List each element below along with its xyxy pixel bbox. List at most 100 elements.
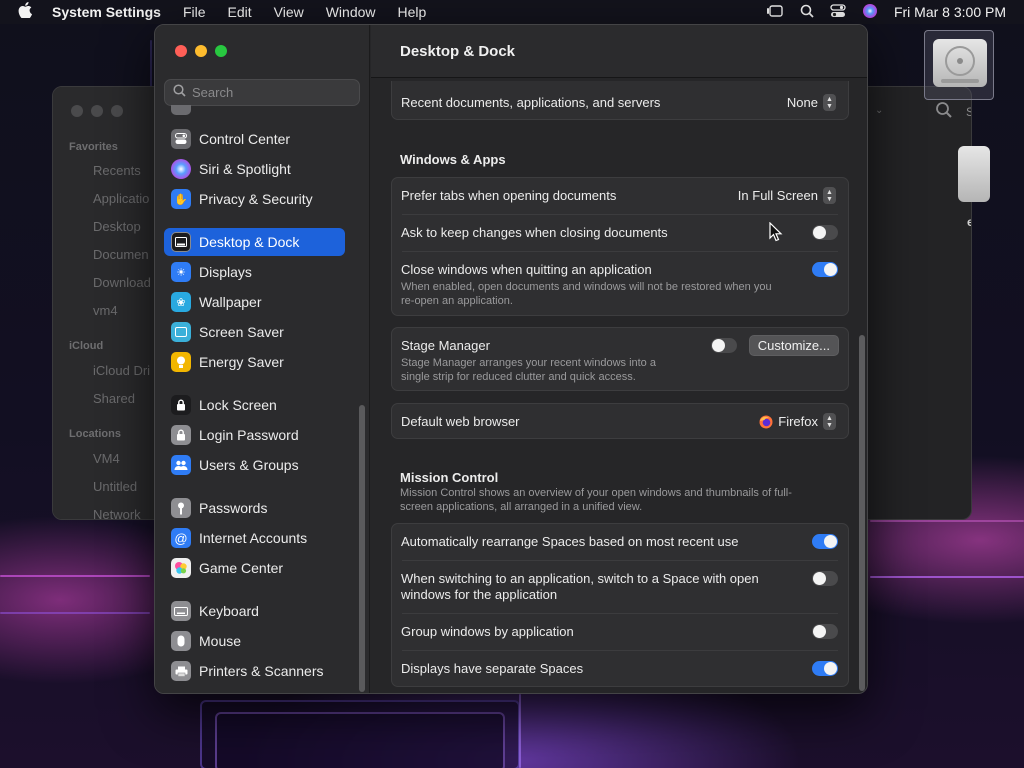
sidebar-item-label: Control Center bbox=[199, 131, 291, 147]
finder-item-icloud-drive[interactable]: iCloud Dri bbox=[93, 363, 150, 378]
finder-minimize-button[interactable] bbox=[91, 105, 103, 117]
apple-menu-icon[interactable] bbox=[18, 1, 38, 23]
finder-section-locations: Locations bbox=[69, 428, 121, 440]
finder-item-recents[interactable]: Recents bbox=[93, 163, 141, 178]
sidebar-item-desktop-dock[interactable]: Desktop & Dock bbox=[164, 228, 345, 256]
finder-section-icloud: iCloud bbox=[69, 340, 104, 352]
stage-manager-desc-2: single strip for reduced clutter and qui… bbox=[401, 371, 636, 383]
switch-space-toggle[interactable] bbox=[812, 571, 838, 586]
sidebar-item-privacy-security[interactable]: ✋ Privacy & Security bbox=[164, 185, 345, 213]
toggle-knob bbox=[813, 572, 826, 585]
sidebar-item-wallpaper[interactable]: ❀ Wallpaper bbox=[164, 288, 345, 316]
search-input[interactable] bbox=[192, 85, 352, 100]
menu-clock[interactable]: Fri Mar 8 3:00 PM bbox=[894, 4, 1006, 20]
auto-rearrange-label: Automatically rearrange Spaces based on … bbox=[401, 534, 739, 549]
at-icon: @ bbox=[171, 528, 191, 548]
recent-docs-value: None bbox=[786, 95, 818, 110]
toggle-knob bbox=[712, 339, 725, 352]
close-button[interactable] bbox=[175, 45, 187, 57]
sidebar-item-login-password[interactable]: Login Password bbox=[164, 421, 345, 449]
sidebar-item-label: Mouse bbox=[199, 633, 242, 649]
control-center-status-icon[interactable] bbox=[830, 3, 846, 21]
sidebar-item-screen-saver[interactable]: Screen Saver bbox=[164, 318, 345, 346]
sidebar-item-users-groups[interactable]: Users & Groups bbox=[164, 451, 345, 479]
auto-rearrange-toggle[interactable] bbox=[812, 534, 838, 549]
stage-manager-label: Stage Manager bbox=[401, 338, 490, 353]
sidebar-item-lock-screen[interactable]: Lock Screen bbox=[164, 391, 345, 419]
zoom-button[interactable] bbox=[215, 45, 227, 57]
search-field[interactable] bbox=[164, 79, 360, 106]
section-title-windows-apps: Windows & Apps bbox=[400, 152, 506, 167]
section-title-mission-control: Mission Control bbox=[400, 470, 499, 485]
finder-partial-label: S bbox=[966, 105, 971, 119]
sidebar-item-energy-saver[interactable]: Energy Saver bbox=[164, 348, 345, 376]
stage-manager-status-icon[interactable] bbox=[766, 4, 784, 21]
close-windows-toggle[interactable] bbox=[812, 262, 838, 277]
spotlight-search-icon[interactable] bbox=[800, 4, 814, 21]
bulb-icon bbox=[171, 352, 191, 372]
row-divider bbox=[402, 560, 838, 561]
sidebar-item-siri-spotlight[interactable]: Siri & Spotlight bbox=[164, 155, 345, 183]
recent-docs-popup[interactable]: None ▲ ▼ bbox=[787, 94, 836, 111]
menu-app-name[interactable]: System Settings bbox=[52, 4, 161, 20]
sidebar-item-control-center[interactable]: Control Center bbox=[164, 125, 345, 153]
firefox-icon bbox=[759, 415, 773, 429]
customize-button[interactable]: Customize... bbox=[748, 335, 839, 356]
sidebar-item-label: Login Password bbox=[199, 427, 299, 443]
prefer-tabs-label: Prefer tabs when opening documents bbox=[401, 188, 617, 203]
sidebar-item-game-center[interactable]: Game Center bbox=[164, 554, 345, 582]
menu-file[interactable]: File bbox=[183, 4, 206, 20]
browser-popup[interactable]: Firefox ▲ ▼ bbox=[759, 413, 836, 430]
menu-view[interactable]: View bbox=[274, 4, 304, 20]
desktop-disk-icon-2[interactable] bbox=[958, 146, 990, 202]
finder-zoom-button[interactable] bbox=[111, 105, 123, 117]
sidebar-item-label: Wallpaper bbox=[199, 294, 262, 310]
finder-item-downloads[interactable]: Download bbox=[93, 275, 151, 290]
content-scrollbar[interactable] bbox=[859, 335, 865, 691]
content-header: Desktop & Dock bbox=[371, 25, 867, 78]
mouse-icon bbox=[171, 631, 191, 651]
sidebar-scrollbar[interactable] bbox=[359, 405, 365, 692]
recent-docs-label: Recent documents, applications, and serv… bbox=[401, 95, 661, 110]
menu-edit[interactable]: Edit bbox=[228, 4, 252, 20]
separate-spaces-toggle[interactable] bbox=[812, 661, 838, 676]
finder-item-vm4[interactable]: vm4 bbox=[93, 303, 118, 318]
finder-item-vm4-volume[interactable]: VM4 bbox=[93, 451, 120, 466]
finder-item-applications[interactable]: Applicatio bbox=[93, 191, 149, 206]
ask-keep-toggle[interactable] bbox=[812, 225, 838, 240]
finder-chevron-icon[interactable]: ⌄ bbox=[875, 105, 883, 116]
control-center-icon bbox=[171, 129, 191, 149]
page-title: Desktop & Dock bbox=[400, 43, 516, 60]
sidebar-item-internet-accounts[interactable]: @ Internet Accounts bbox=[164, 524, 345, 552]
finder-item-untitled[interactable]: Untitled bbox=[93, 479, 137, 494]
switch-space-label-2: windows for the application bbox=[401, 587, 558, 602]
stage-manager-card: Stage Manager Stage Manager arranges you… bbox=[391, 327, 849, 391]
finder-item-shared[interactable]: Shared bbox=[93, 391, 135, 406]
prefer-tabs-popup[interactable]: In Full Screen ▲ ▼ bbox=[738, 187, 836, 204]
stage-manager-toggle[interactable] bbox=[711, 338, 737, 353]
minimize-button[interactable] bbox=[195, 45, 207, 57]
sidebar-item-passwords[interactable]: Passwords bbox=[164, 494, 345, 522]
stepper-icon: ▲ ▼ bbox=[823, 94, 836, 111]
sidebar-item-label: Keyboard bbox=[199, 603, 259, 619]
finder-item-network[interactable]: Network bbox=[93, 507, 141, 519]
sidebar-item-mouse[interactable]: Mouse bbox=[164, 627, 345, 655]
finder-item-documents[interactable]: Documen bbox=[93, 247, 149, 262]
flower-icon: ❀ bbox=[171, 292, 191, 312]
toggle-knob bbox=[813, 226, 826, 239]
sidebar-item-printers-scanners[interactable]: Printers & Scanners bbox=[164, 657, 345, 685]
sidebar-item-displays[interactable]: ☀ Displays bbox=[164, 258, 345, 286]
sidebar-item-label: Printers & Scanners bbox=[199, 663, 324, 679]
sidebar-item-keyboard[interactable]: Keyboard bbox=[164, 597, 345, 625]
finder-close-button[interactable] bbox=[71, 105, 83, 117]
group-windows-toggle[interactable] bbox=[812, 624, 838, 639]
menu-window[interactable]: Window bbox=[326, 4, 376, 20]
users-icon bbox=[171, 455, 191, 475]
menu-help[interactable]: Help bbox=[398, 4, 427, 20]
siri-status-icon[interactable] bbox=[862, 3, 878, 22]
finder-item-desktop[interactable]: Desktop bbox=[93, 219, 141, 234]
sidebar-item-partial[interactable] bbox=[164, 105, 345, 115]
partial-icon bbox=[171, 105, 191, 115]
finder-search-icon[interactable] bbox=[935, 101, 953, 119]
desktop-disk-icon[interactable] bbox=[924, 30, 994, 100]
